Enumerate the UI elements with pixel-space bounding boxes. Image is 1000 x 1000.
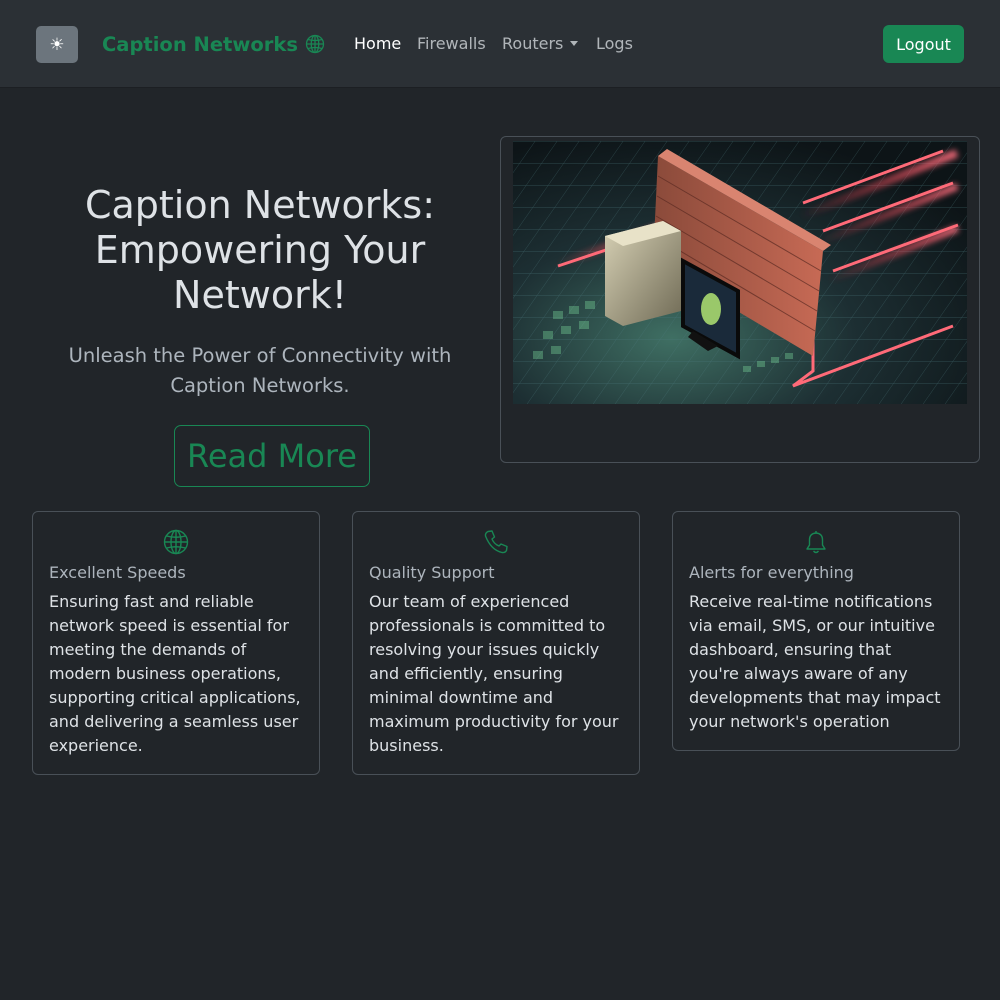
feature-title: Quality Support xyxy=(369,563,495,582)
hero-title: Caption Networks: Empowering Your Networ… xyxy=(84,183,436,317)
navbar: ☀ Caption Networks Home Firewalls Router… xyxy=(0,0,1000,88)
hero-image-card xyxy=(500,136,980,463)
feature-title: Excellent Speeds xyxy=(49,563,186,582)
globe-icon xyxy=(305,34,325,54)
feature-text: Ensuring fast and reliable network speed… xyxy=(49,592,301,755)
firewall-illustration xyxy=(513,141,967,404)
phone-icon xyxy=(484,530,508,554)
brand-link[interactable]: Caption Networks xyxy=(102,31,325,57)
brand-name: Caption Networks xyxy=(102,32,298,56)
nav-link-routers-label: Routers xyxy=(502,34,564,53)
feature-title: Alerts for everything xyxy=(689,563,854,582)
feature-text: Receive real-time notifications via emai… xyxy=(689,592,941,731)
globe-icon xyxy=(163,529,189,555)
nav-link-firewalls[interactable]: Firewalls xyxy=(417,34,486,53)
caret-down-icon xyxy=(570,41,579,46)
nav-dropdown-routers[interactable]: Routers xyxy=(502,34,579,53)
feature-card-support: Quality Support Our team of experienced … xyxy=(352,511,640,775)
hero-subtitle: Unleash the Power of Connectivity with C… xyxy=(68,344,452,397)
nav-link-home[interactable]: Home xyxy=(354,34,401,53)
feature-text: Our team of experienced professionals is… xyxy=(369,592,619,755)
logout-button[interactable]: Logout xyxy=(883,25,964,63)
feature-card-speeds: Excellent Speeds Ensuring fast and relia… xyxy=(32,511,320,775)
feature-card-alerts: Alerts for everything Receive real-time … xyxy=(672,511,960,751)
nav-link-logs[interactable]: Logs xyxy=(596,34,633,53)
read-more-button[interactable]: Read More xyxy=(174,425,370,487)
theme-toggle-button[interactable]: ☀ xyxy=(36,26,78,63)
sun-icon: ☀ xyxy=(49,34,65,55)
bell-icon xyxy=(806,531,826,554)
